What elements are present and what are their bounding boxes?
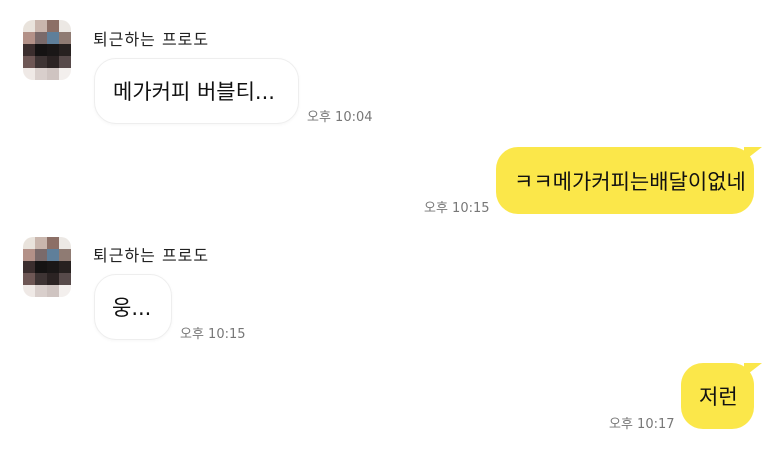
message-timestamp: 오후 10:15 — [180, 327, 246, 342]
message-text: 저런 — [699, 385, 738, 409]
avatar[interactable] — [23, 237, 71, 297]
avatar[interactable] — [23, 20, 71, 80]
sender-name: 퇴근하는 프로도 — [93, 246, 210, 265]
message-timestamp: 오후 10:15 — [424, 201, 490, 216]
message-timestamp: 오후 10:17 — [609, 417, 675, 432]
sender-name: 퇴근하는 프로도 — [93, 30, 210, 49]
bubble-tail — [744, 147, 762, 161]
bubble-tail — [744, 363, 762, 377]
message-bubble-outgoing[interactable]: ㅋㅋ메가커피는배달이없네 — [496, 147, 754, 214]
message-bubble-incoming[interactable]: 웅... — [94, 274, 172, 340]
message-bubble-incoming[interactable]: 메가커피 버블티... — [94, 58, 299, 124]
message-text: ㅋㅋ메가커피는배달이없네 — [514, 169, 746, 194]
chat-window: 퇴근하는 프로도 메가커피 버블티... 오후 10:04 ㅋㅋ메가커피는배달이… — [0, 0, 773, 449]
message-text: 웅... — [112, 296, 152, 320]
message-timestamp: 오후 10:04 — [307, 110, 373, 125]
message-text: 메가커피 버블티... — [113, 80, 275, 104]
